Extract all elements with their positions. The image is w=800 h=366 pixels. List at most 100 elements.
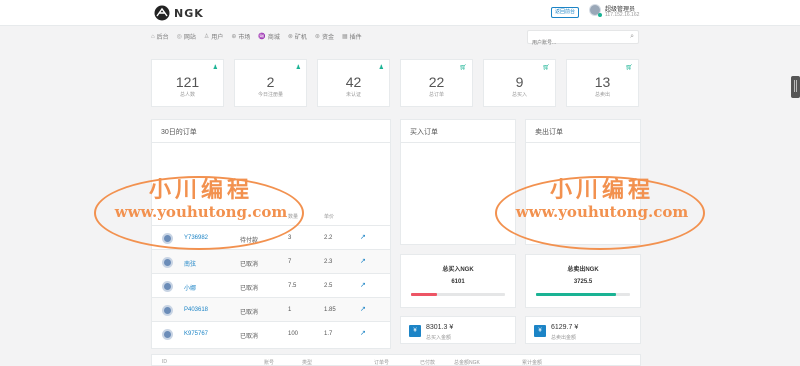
order-status: 已取消 (240, 310, 259, 316)
nav-item-website[interactable]: ◎ 网站 (177, 32, 196, 41)
open-link-icon[interactable]: ↗ (360, 305, 366, 313)
column-header[interactable]: ID (162, 359, 167, 365)
total-buy-value: 6101 (451, 279, 465, 285)
open-link-icon[interactable]: ↗ (360, 257, 366, 265)
total-sell-amount: 6129.7 ¥ (551, 324, 579, 331)
avatar (162, 305, 173, 316)
user-plus-icon: ♟ (295, 65, 301, 71)
open-link-icon[interactable]: ↗ (360, 233, 366, 241)
yen-icon: ¥ (534, 325, 546, 337)
order-status: 已取消 (240, 334, 259, 340)
avatar (162, 257, 173, 268)
cart-icon: 🛒︎ (459, 65, 467, 71)
stat-total-orders: 🛒︎ 22 总订单 (400, 59, 473, 107)
order-price: 2.3 (324, 259, 333, 265)
total-buy-title: 总买入NGK (442, 267, 474, 273)
open-link-icon[interactable]: ↗ (360, 281, 366, 289)
total-sell-progress (536, 293, 630, 296)
total-sell-title: 总卖出NGK (567, 267, 599, 273)
grip-icon (794, 80, 797, 92)
search-icon[interactable]: ⌕ (630, 33, 634, 41)
stat-value: 9 (515, 74, 524, 90)
divider (401, 142, 515, 143)
stat-value: 121 (175, 74, 200, 90)
user-icon: ♙ (203, 34, 210, 40)
nav-label: 矿机 (294, 35, 307, 41)
plugin-icon: ▦ (341, 34, 348, 40)
progress-fill (536, 293, 616, 296)
total-sell-ngk-card: 总卖出NGK 3725.5 (525, 254, 641, 308)
nav-item-funds[interactable]: ⊛ 资金 (315, 32, 334, 41)
total-sell-value: 3725.5 (573, 279, 593, 285)
admin-ip: 117.152.16.162 (605, 12, 640, 18)
orders-table-header: ID 账号 类型 订单号 已付款 总金额NGK 累计金额 (151, 354, 641, 366)
stat-value: 42 (345, 74, 362, 90)
home-icon: ⌂ (151, 33, 155, 40)
nav-label: 用户 (211, 35, 224, 41)
stat-value: 2 (266, 74, 275, 90)
search-input[interactable] (528, 37, 624, 49)
top-bar: NGK 返回前台 超级管理员 117.152.16.162 (0, 0, 800, 26)
order-status: 已取消 (240, 262, 259, 268)
order-price: 1.7 (324, 331, 333, 337)
logo[interactable]: NGK (154, 5, 204, 21)
yen-icon: ¥ (409, 325, 421, 337)
order-qty: 3 (288, 235, 292, 241)
user-link[interactable]: 小娜 (184, 283, 196, 292)
stat-label: 今日注册量 (257, 92, 283, 98)
user-plus-icon: ♟ (378, 65, 384, 71)
market-icon: ⊕ (231, 34, 237, 40)
total-sell-amount-label: 总卖出金额 (551, 335, 577, 341)
open-link-icon[interactable]: ↗ (360, 329, 366, 337)
stat-total-buy: 🛒︎ 9 总买入 (483, 59, 556, 107)
stat-label: 总买入 (511, 92, 527, 98)
logo-icon (154, 5, 170, 21)
avatar (162, 281, 173, 292)
funds-icon: ⊛ (314, 34, 320, 40)
total-buy-ngk-card: 总买入NGK 6101 (400, 254, 516, 308)
nav-item-users[interactable]: ♙ 用户 (204, 32, 223, 41)
main-nav: ⌂ 后台 ◎ 网站 ♙ 用户 ⊕ 市场 ♒ 商城 ⊗ 矿机 ⊛ 资金 ▦ 插件 (0, 26, 800, 48)
column-header-price[interactable]: 单价 (324, 213, 334, 220)
miner-icon: ⊗ (287, 34, 293, 40)
nav-label: 资金 (321, 35, 334, 41)
stat-total-users: ♟ 121 总人数 (151, 59, 224, 107)
total-buy-amount-card: ¥ 8301.3 ¥ 总买入金额 (400, 316, 516, 344)
watermark-url: www.youhutong.com (114, 203, 288, 221)
order-qty: 7 (288, 259, 292, 265)
order-qty: 7.5 (288, 283, 297, 289)
shop-icon: ♒ (258, 34, 266, 40)
nav-item-shop[interactable]: ♒ 商城 (258, 32, 280, 41)
order-status: 已取消 (240, 286, 259, 292)
user-link[interactable]: K975767 (184, 331, 208, 337)
avatar (162, 329, 173, 340)
nav-label: 商城 (267, 35, 280, 41)
total-buy-amount: 8301.3 ¥ (426, 324, 454, 331)
user-link[interactable]: P403618 (184, 307, 208, 313)
stat-label: 总卖出 (594, 92, 610, 98)
stat-today-registered: ♟ 2 今日注册量 (234, 59, 307, 107)
nav-label: 后台 (156, 35, 169, 41)
total-buy-progress (411, 293, 505, 296)
panel-title: 30日的订单 (161, 129, 197, 136)
order-qty: 1 (288, 307, 292, 313)
user-search: ⌕ (527, 30, 639, 49)
nav-item-plugins[interactable]: ▦ 插件 (342, 32, 362, 41)
watermark-title: 小川编程 (549, 177, 654, 203)
user-link[interactable]: 南弦 (184, 259, 196, 268)
table-row: P403618 已取消 1 1.85 ↗ (152, 297, 390, 322)
back-to-front-button[interactable]: 返回前台 (551, 7, 580, 18)
divider (152, 142, 390, 143)
stat-label: 总人数 (179, 92, 195, 98)
cart-icon: 🛒︎ (625, 65, 633, 71)
nav-item-backend[interactable]: ⌂ 后台 (151, 32, 169, 42)
watermark-title: 小川编程 (148, 177, 253, 203)
nav-item-market[interactable]: ⊕ 市场 (231, 32, 250, 41)
table-row: K975767 已取消 100 1.7 ↗ (152, 321, 390, 346)
table-row: 南弦 已取消 7 2.3 ↗ (152, 249, 390, 274)
progress-fill (411, 293, 438, 296)
order-price: 2.5 (324, 283, 333, 289)
nav-item-miner[interactable]: ⊗ 矿机 (288, 32, 307, 41)
stat-value: 13 (594, 74, 611, 90)
panel-title: 卖出订单 (535, 129, 563, 136)
